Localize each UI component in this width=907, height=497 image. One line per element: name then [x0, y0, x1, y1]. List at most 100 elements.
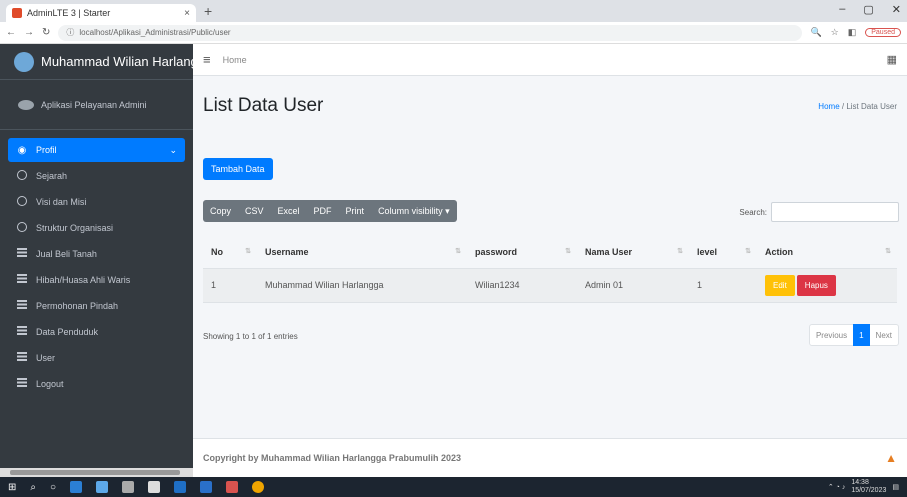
sidebar-scrollbar[interactable] — [0, 468, 193, 477]
column-header-nama-user[interactable]: Nama User ⇅ — [577, 236, 689, 269]
sidebar-item-pindah[interactable]: Permohonan Pindah — [8, 294, 185, 318]
store-icon[interactable] — [122, 481, 135, 493]
chrome-icon[interactable] — [252, 481, 265, 493]
csv-button[interactable]: CSV — [238, 200, 271, 222]
browser-extensions: 🔍 ☆ ◧ Paused — [810, 27, 901, 38]
edge-icon[interactable] — [70, 481, 83, 493]
clock-date: 15/07/2023 — [851, 487, 887, 494]
brand-link[interactable]: Muhammad Wilian Harlangga — [0, 44, 193, 80]
clock-time: 14:38 — [851, 479, 869, 486]
print-button[interactable]: Print — [339, 200, 372, 222]
task-view-icon[interactable]: ○ — [50, 482, 56, 493]
cell-action: Edit Hapus — [757, 268, 897, 303]
table-search: Search: — [739, 202, 899, 222]
reload-icon[interactable]: ↻ — [42, 27, 50, 38]
column-header-no[interactable]: No ⇅ — [203, 236, 257, 269]
search-label: Search: — [739, 207, 767, 217]
user-table: No ⇅ Username ⇅ password ⇅ Nama User ⇅ level… — [203, 236, 897, 303]
mail-icon[interactable] — [148, 481, 161, 493]
zoom-icon[interactable]: 🔍 — [810, 27, 821, 38]
breadcrumb-home[interactable]: Home — [818, 102, 839, 111]
sidebar-item-user[interactable]: User — [8, 346, 185, 370]
circle-icon — [17, 195, 27, 206]
address-bar-row: ← → ↻ ⓘ localhost/Aplikasi_Administrasi/… — [0, 22, 907, 44]
minimize-icon[interactable]: – — [839, 3, 845, 16]
sidebar-item-label: Sejarah — [36, 171, 68, 181]
sidebar-item-label: User — [36, 353, 56, 363]
column-visibility-button[interactable]: Column visibility ▾ — [371, 200, 457, 222]
clock[interactable]: 14:38 15/07/2023 — [851, 479, 886, 495]
sidebar-item-visi-misi[interactable]: Visi dan Misi — [8, 190, 185, 214]
tab-close-icon[interactable]: × — [184, 8, 190, 19]
fullscreen-icon[interactable]: ▦ — [887, 53, 897, 66]
file-explorer-icon[interactable] — [96, 481, 109, 493]
next-page-button[interactable]: Next — [870, 331, 898, 340]
breadcrumb: Home / List Data User — [818, 102, 897, 111]
word-icon[interactable] — [200, 481, 213, 493]
sidebar-item-penduduk[interactable]: Data Penduduk — [8, 320, 185, 344]
nav-home-link[interactable]: Home — [223, 55, 247, 65]
sidebar-item-logout[interactable]: Logout — [8, 372, 185, 396]
avatar — [18, 99, 34, 110]
page-1-button[interactable]: 1 — [853, 324, 870, 346]
delete-button[interactable]: Hapus — [796, 274, 836, 296]
profile-paused-badge[interactable]: Paused — [865, 28, 901, 37]
column-header-action[interactable]: Action ⇅ — [757, 236, 897, 269]
copy-button[interactable]: Copy — [203, 200, 238, 222]
cell-no: 1 — [203, 268, 257, 303]
system-tray: ⌃ ◔ ♪ 14:38 15/07/2023 ▤ — [828, 479, 899, 495]
sidebar-item-label: Struktur Organisasi — [36, 223, 114, 233]
notification-icon[interactable]: ▤ — [892, 483, 899, 491]
maximize-icon[interactable]: ▢ — [863, 3, 873, 16]
url-text: localhost/Aplikasi_Administrasi/Public/u… — [79, 28, 231, 37]
browser-tab[interactable]: AdminLTE 3 | Starter × — [6, 4, 196, 22]
search-input[interactable] — [771, 202, 899, 222]
cell-password: Wilian1234 — [467, 268, 577, 303]
office-icon[interactable] — [226, 481, 239, 493]
start-icon[interactable]: ⊞ — [8, 482, 16, 493]
edit-button[interactable]: Edit — [765, 274, 795, 296]
forward-icon[interactable]: → — [24, 27, 34, 38]
sidebar-item-sejarah[interactable]: Sejarah — [8, 164, 185, 188]
scrollbar-thumb[interactable] — [10, 470, 180, 475]
sidebar-item-profil[interactable]: ◉ Profil ⌄ — [8, 138, 185, 162]
search-icon[interactable]: ⌕ — [30, 482, 36, 493]
column-header-level[interactable]: level ⇅ — [689, 236, 757, 269]
vscode-icon[interactable] — [174, 481, 187, 493]
tray-icons[interactable]: ⌃ ◔ ♪ — [828, 483, 845, 491]
pdf-button[interactable]: PDF — [307, 200, 339, 222]
previous-page-button[interactable]: Previous — [810, 331, 853, 340]
dashboard-icon: ◉ — [17, 144, 27, 156]
table-icon — [17, 274, 27, 283]
user-panel[interactable]: Aplikasi Pelayanan Admini — [0, 80, 193, 130]
page-footer: Copyright by Muhammad Wilian Harlangga P… — [193, 438, 907, 477]
column-header-password[interactable]: password ⇅ — [467, 236, 577, 269]
new-tab-button[interactable]: + — [204, 3, 212, 19]
tab-title: AdminLTE 3 | Starter — [27, 8, 111, 18]
sidebar-item-struktur[interactable]: Struktur Organisasi — [8, 216, 185, 240]
hamburger-menu-icon[interactable]: ≡ — [203, 52, 211, 67]
windows-taskbar: ⊞ ⌕ ○ ⌃ ◔ ♪ 14:38 15/07/2023 ▤ — [0, 477, 907, 497]
sort-icon: ⇅ — [455, 247, 461, 255]
sidebar-item-hibah[interactable]: Hibah/Huasa Ahli Waris — [8, 268, 185, 292]
sidebar-item-jual-beli[interactable]: Jual Beli Tanah — [8, 242, 185, 266]
back-icon[interactable]: ← — [6, 27, 16, 38]
extensions-icon[interactable]: ◧ — [848, 27, 857, 38]
sidebar-item-label: Permohonan Pindah — [36, 301, 119, 311]
favicon-icon — [12, 8, 22, 18]
sidebar-item-label: Data Penduduk — [36, 327, 99, 337]
column-header-username[interactable]: Username ⇅ — [257, 236, 467, 269]
url-field[interactable]: ⓘ localhost/Aplikasi_Administrasi/Public… — [58, 24, 803, 41]
star-icon[interactable]: ☆ — [831, 27, 839, 38]
table-row: 1 Muhammad Wilian Harlangga Wilian1234 A… — [203, 268, 897, 303]
sort-icon: ⇅ — [677, 247, 683, 255]
footer-copyright: Copyright by Muhammad Wilian Harlangga P… — [203, 453, 461, 463]
pagination: Previous 1 Next — [808, 324, 899, 346]
browser-tabbar: AdminLTE 3 | Starter × + – ▢ ✕ — [0, 0, 907, 22]
excel-button[interactable]: Excel — [271, 200, 307, 222]
sidebar-nav: ◉ Profil ⌄ Sejarah Visi dan Misi Struktu… — [0, 130, 193, 396]
brand-logo-icon — [14, 51, 34, 72]
add-data-button[interactable]: Tambah Data — [203, 158, 273, 180]
sidebar-item-label: Profil — [36, 145, 57, 155]
close-icon[interactable]: ✕ — [892, 3, 901, 16]
